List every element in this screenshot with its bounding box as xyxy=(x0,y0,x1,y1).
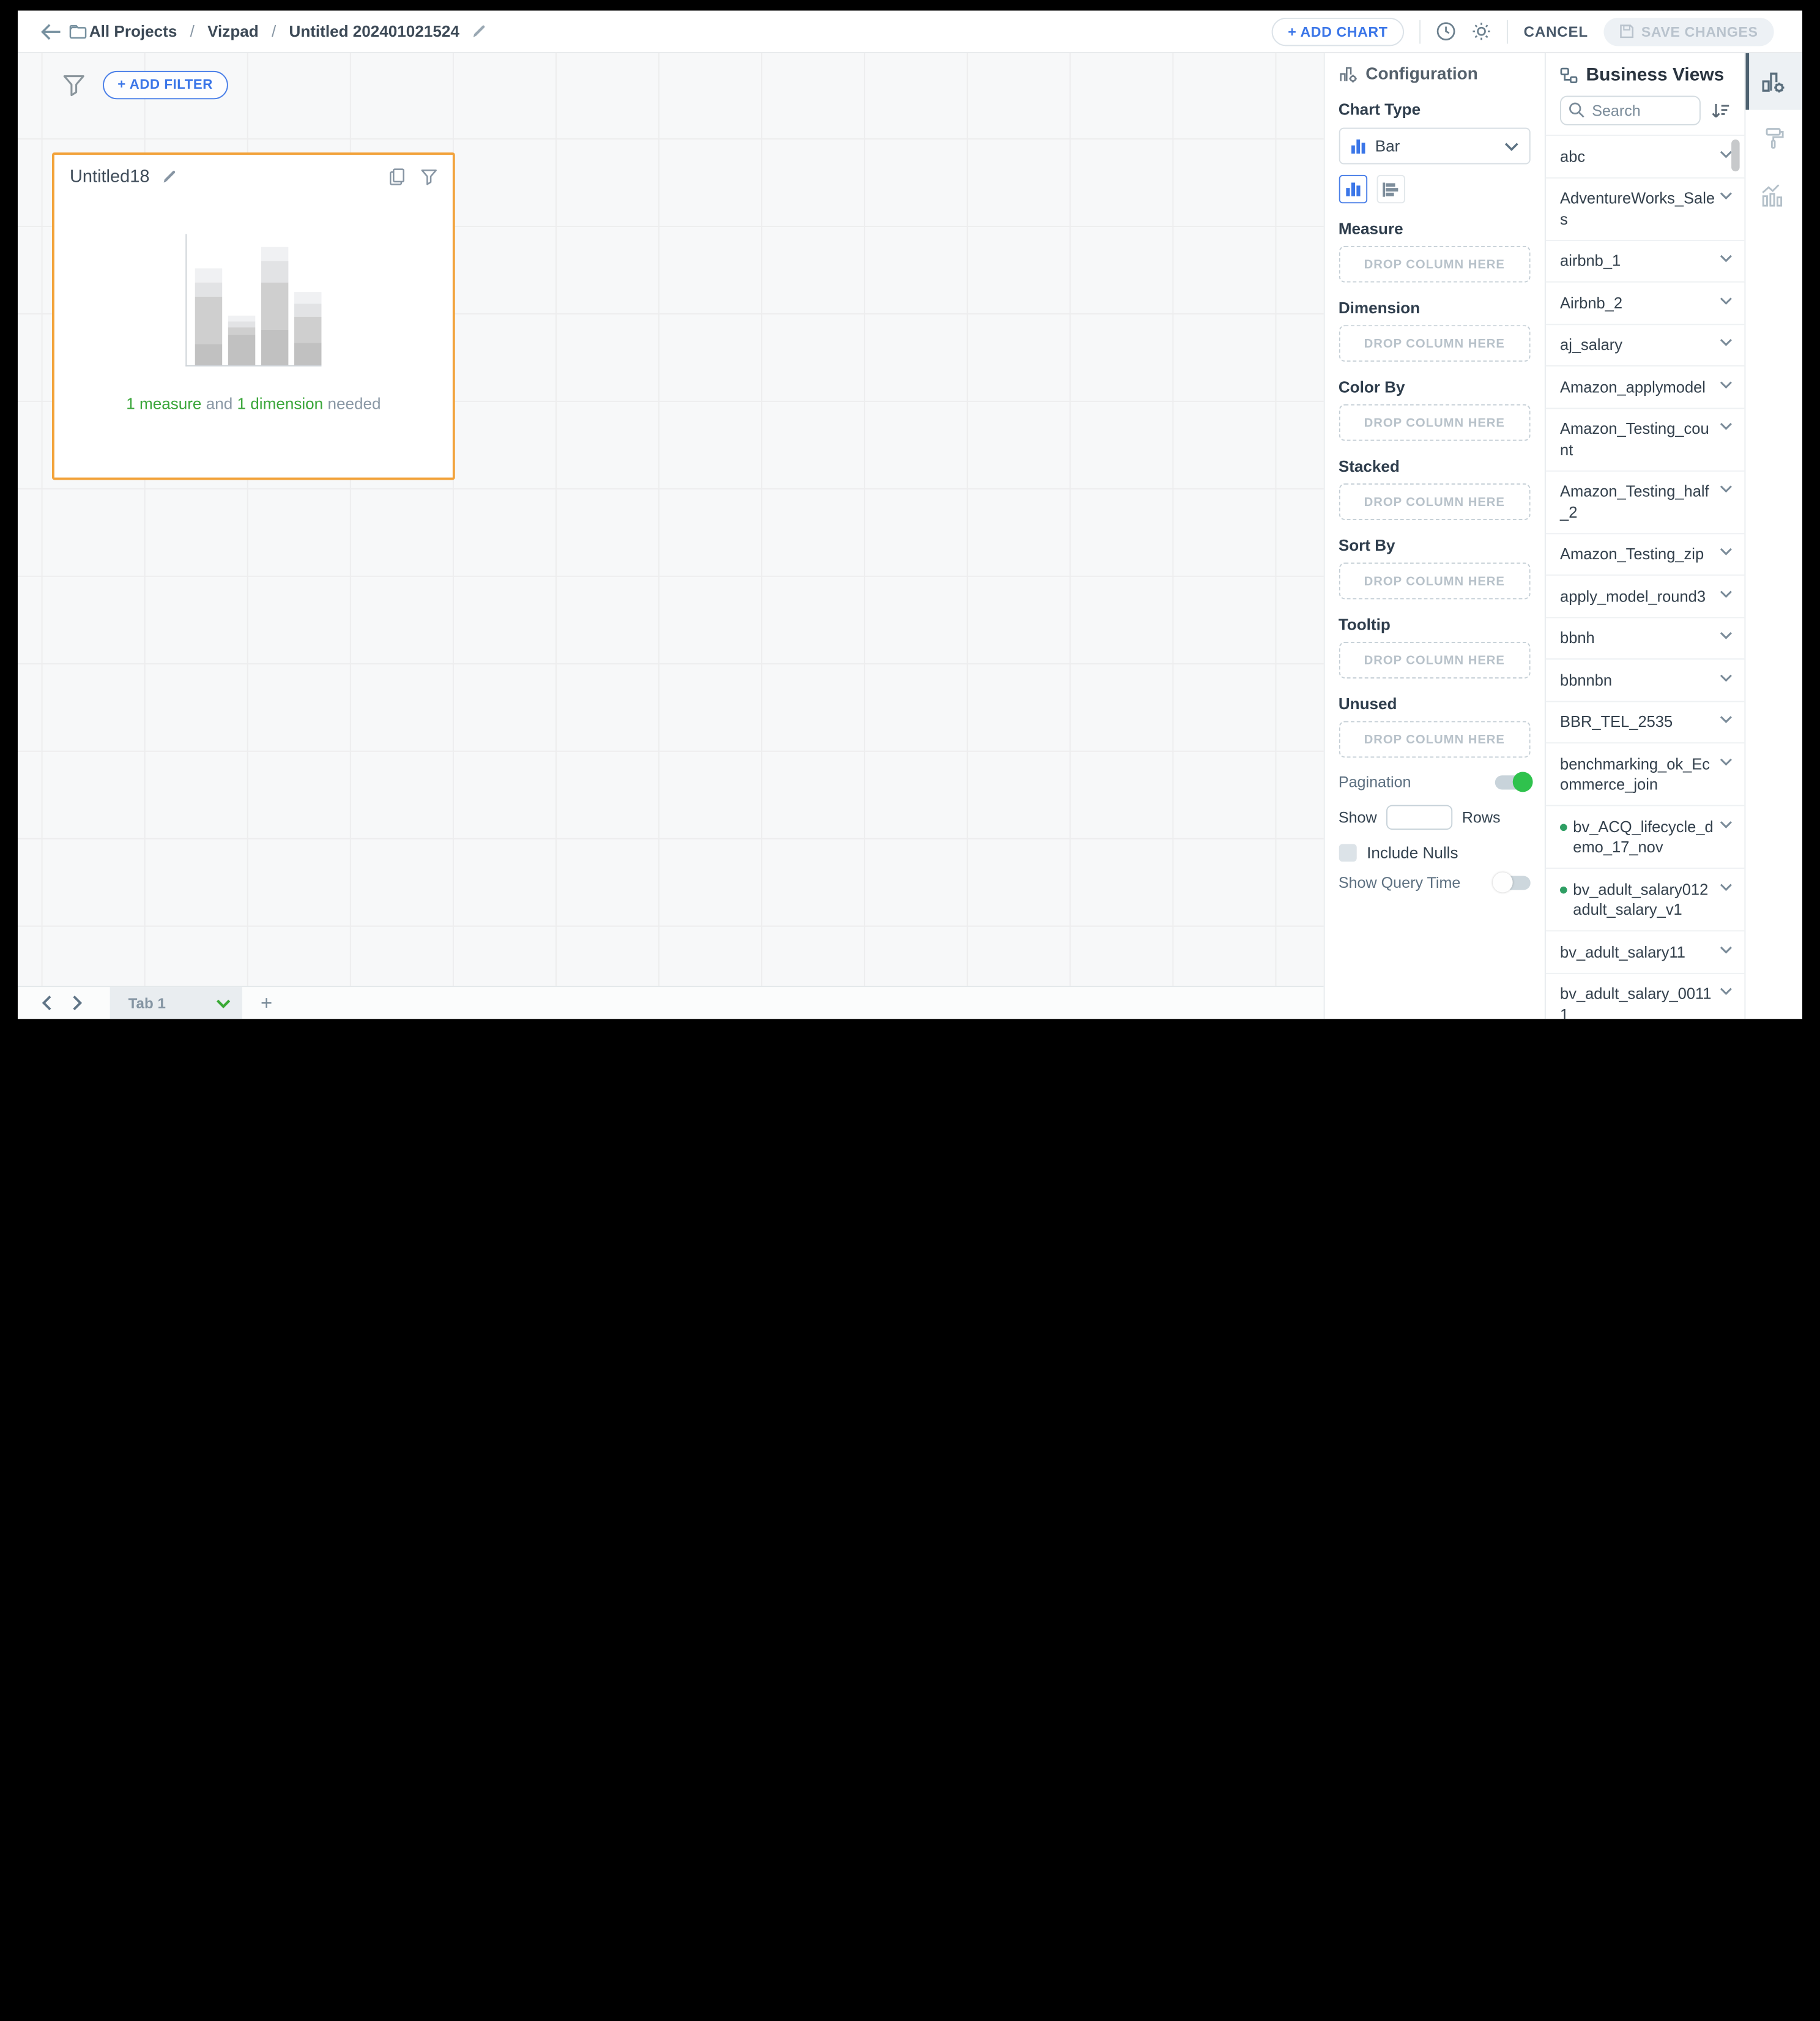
screen: All Projects / Vizpad / Untitled 2024010… xyxy=(0,0,1820,1046)
